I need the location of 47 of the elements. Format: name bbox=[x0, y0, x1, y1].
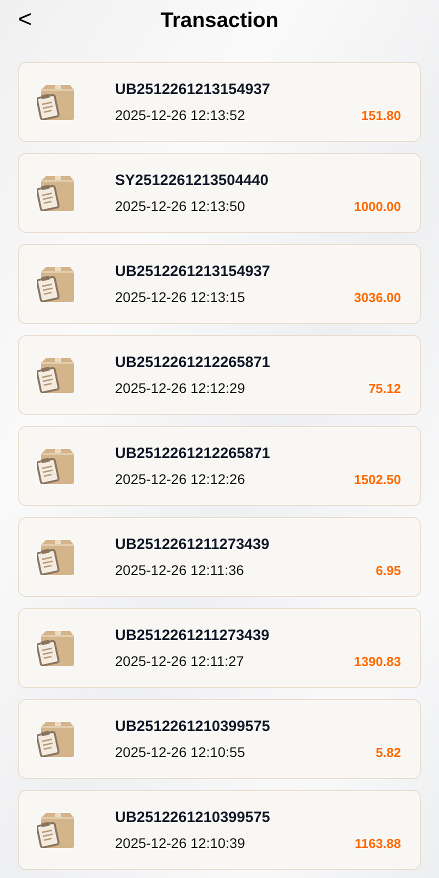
transaction-card[interactable]: UB2512261211273439 2025-12-26 12:11:27 1390.83 bbox=[18, 608, 421, 688]
order-number: UB2512261212265871 bbox=[115, 354, 272, 372]
box-with-clipboard-icon bbox=[37, 721, 74, 757]
transaction-time: 2025-12-26 12:13:15 bbox=[115, 288, 245, 306]
transaction-card[interactable]: UB2512261210399575 2025-12-26 12:10:39 1163.88 bbox=[18, 790, 421, 870]
transaction-time: 2025-12-26 12:11:27 bbox=[115, 652, 244, 670]
transaction-amount: 5.82 bbox=[376, 744, 401, 760]
transaction-time: 2025-12-26 12:13:52 bbox=[115, 106, 245, 124]
transaction-amount: 1502.50 bbox=[354, 470, 401, 488]
order-number: UB2512261213154937 bbox=[115, 262, 272, 280]
order-number: UB2512261213154937 bbox=[115, 80, 272, 98]
order-number: UB2512261211273439 bbox=[115, 626, 270, 644]
back-button[interactable]: < bbox=[14, 8, 36, 32]
transaction-card[interactable]: UB2512261211273439 2025-12-26 12:11:36 6.95 bbox=[18, 517, 421, 597]
page-title: Transaction bbox=[160, 8, 278, 34]
transaction-amount: 1163.88 bbox=[354, 834, 401, 852]
order-number: UB2512261212265871 bbox=[115, 444, 272, 462]
transaction-time: 2025-12-26 12:10:55 bbox=[115, 744, 245, 760]
transaction-time: 2025-12-26 12:12:26 bbox=[115, 470, 245, 488]
box-with-clipboard-icon bbox=[37, 630, 74, 666]
transaction-time: 2025-12-26 12:12:29 bbox=[115, 380, 245, 396]
order-number: UB2512261210399575 bbox=[115, 718, 272, 736]
transaction-card[interactable]: UB2512261212265871 2025-12-26 12:12:29 75.12 bbox=[18, 335, 421, 415]
transaction-amount: 3036.00 bbox=[354, 288, 401, 306]
order-number: SY2512261213504440 bbox=[115, 172, 270, 190]
transaction-card[interactable]: UB2512261210399575 2025-12-26 12:10:55 5.82 bbox=[18, 699, 421, 779]
transaction-time: 2025-12-26 12:13:50 bbox=[115, 198, 245, 214]
box-with-clipboard-icon bbox=[37, 175, 74, 211]
order-number: UB2512261210399575 bbox=[115, 808, 272, 826]
transaction-time: 2025-12-26 12:11:36 bbox=[115, 562, 244, 578]
box-with-clipboard-icon bbox=[37, 812, 74, 848]
box-with-clipboard-icon bbox=[37, 539, 74, 575]
transaction-amount: 75.12 bbox=[368, 380, 401, 396]
transaction-amount: 151.80 bbox=[361, 106, 401, 124]
box-with-clipboard-icon bbox=[37, 266, 74, 302]
transaction-amount: 1000.00 bbox=[354, 198, 401, 214]
transaction-time: 2025-12-26 12:10:39 bbox=[115, 834, 245, 852]
box-with-clipboard-icon bbox=[37, 357, 74, 393]
transaction-amount: 1390.83 bbox=[354, 652, 401, 670]
order-number: UB2512261211273439 bbox=[115, 536, 270, 554]
transaction-amount: 6.95 bbox=[376, 562, 401, 578]
transaction-card[interactable]: SY2512261213504440 2025-12-26 12:13:50 1000.00 bbox=[18, 153, 421, 233]
transaction-card[interactable]: UB2512261213154937 2025-12-26 12:13:15 3036.00 bbox=[18, 244, 421, 324]
transaction-card[interactable]: UB2512261212265871 2025-12-26 12:12:26 1502.50 bbox=[18, 426, 421, 506]
box-with-clipboard-icon bbox=[37, 84, 74, 120]
box-with-clipboard-icon bbox=[37, 448, 74, 484]
transaction-card[interactable]: UB2512261213154937 2025-12-26 12:13:52 151.80 bbox=[18, 62, 421, 142]
